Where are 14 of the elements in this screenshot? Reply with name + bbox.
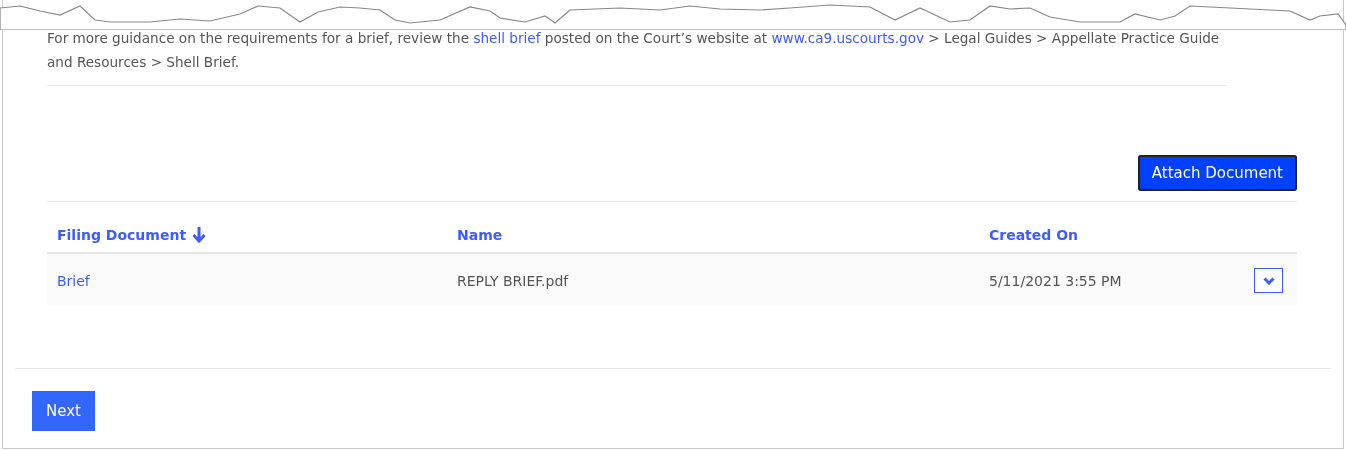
sort-down-icon bbox=[192, 226, 207, 243]
column-header[interactable]: Filing Document bbox=[57, 226, 207, 243]
guidance-text: For more guidance on the requirements for a brief, review the shell brief posted on the Court’s website at www.ca9.uscourts.gov > Legal Guides > Appellate Practice Guide and Resources > Shell Brief. bbox=[47, 26, 1227, 86]
column-header[interactable]: Name bbox=[457, 226, 503, 243]
attach-document-button[interactable]: Attach Document bbox=[1137, 155, 1297, 191]
next-button[interactable]: Next bbox=[32, 391, 95, 431]
chevron-down-icon bbox=[1262, 276, 1275, 285]
row-menu-button[interactable] bbox=[1254, 268, 1283, 293]
guidance-link[interactable]: shell brief bbox=[473, 30, 541, 46]
table-cell: REPLY BRIEF.pdf bbox=[457, 272, 569, 289]
column-header[interactable]: Created On bbox=[989, 226, 1079, 243]
filing-document-link[interactable]: Brief bbox=[57, 272, 90, 289]
table-cell: 5/11/2021 3:55 PM bbox=[989, 272, 1122, 289]
guidance-link[interactable]: www.ca9.uscourts.gov bbox=[771, 30, 924, 46]
